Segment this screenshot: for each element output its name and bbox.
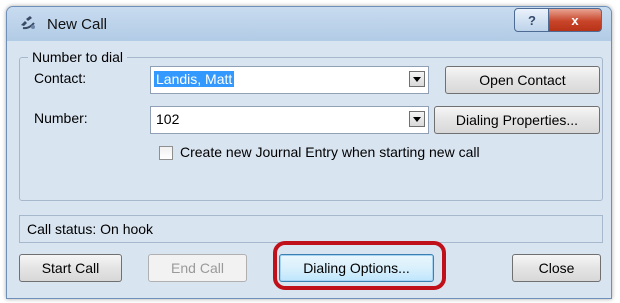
dialing-properties-button[interactable]: Dialing Properties... bbox=[434, 106, 600, 134]
close-button[interactable]: Close bbox=[512, 254, 601, 282]
chevron-down-icon[interactable] bbox=[409, 111, 425, 127]
contact-value: Landis, Matt bbox=[154, 71, 235, 87]
chevron-down-icon[interactable] bbox=[409, 71, 425, 87]
start-call-button[interactable]: Start Call bbox=[19, 254, 122, 282]
end-call-button: End Call bbox=[148, 254, 247, 282]
dialog-content: Number to dial Contact: Landis, Matt Ope… bbox=[17, 45, 603, 292]
number-value: 102 bbox=[156, 111, 180, 127]
contact-combobox[interactable]: Landis, Matt bbox=[150, 66, 429, 94]
help-icon: ? bbox=[528, 12, 536, 28]
new-call-dialog: New Call ? x Number to dial Contact: Lan… bbox=[6, 6, 612, 299]
journal-checkbox-label: Create new Journal Entry when starting n… bbox=[180, 144, 480, 160]
window-close-button[interactable]: x bbox=[548, 8, 602, 32]
close-icon: x bbox=[571, 12, 579, 28]
title-bar: New Call ? x bbox=[7, 7, 611, 41]
group-legend: Number to dial bbox=[28, 49, 128, 65]
phone-call-icon bbox=[21, 16, 35, 30]
number-to-dial-group: Number to dial Contact: Landis, Matt Ope… bbox=[19, 49, 603, 201]
help-button[interactable]: ? bbox=[514, 8, 550, 32]
window-title: New Call bbox=[47, 16, 108, 33]
number-label: Number: bbox=[34, 110, 88, 126]
call-status-bar: Call status: On hook bbox=[19, 215, 603, 243]
contact-label: Contact: bbox=[34, 70, 87, 86]
open-contact-button[interactable]: Open Contact bbox=[445, 66, 600, 94]
number-combobox[interactable]: 102 bbox=[150, 106, 429, 134]
highlight-annotation bbox=[273, 241, 446, 290]
call-status-text: Call status: On hook bbox=[27, 221, 154, 237]
journal-checkbox[interactable] bbox=[159, 146, 173, 160]
